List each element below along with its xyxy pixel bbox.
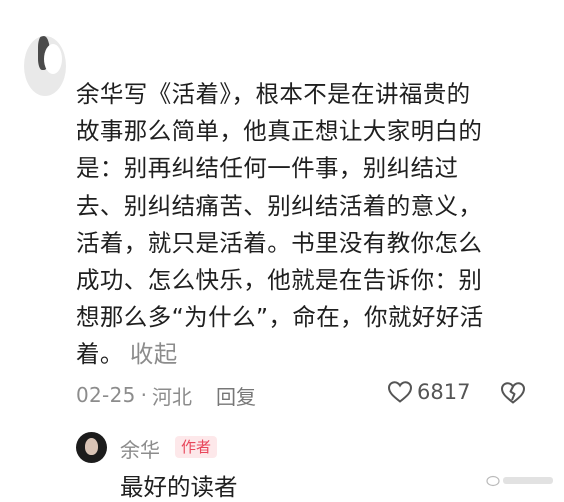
comment-line: 着。 <box>76 340 124 369</box>
reply-button[interactable]: 回复 <box>216 381 256 410</box>
comment-line: 想那么多“为什么”，命在，你就好好活 <box>76 303 484 332</box>
comment-date: 02-25 <box>76 383 136 407</box>
weibo-watermark-icon <box>486 475 553 487</box>
like-button[interactable]: 6817 <box>387 380 470 404</box>
comment-location: 河北 <box>151 384 192 409</box>
collapse-button[interactable]: 收起 <box>130 340 178 368</box>
reply-avatar-face <box>85 438 98 455</box>
broken-heart-icon <box>500 382 526 404</box>
like-count: 6817 <box>417 380 471 404</box>
comment-last-line: 着。 收起 <box>76 336 546 373</box>
meta-separator: · <box>140 383 147 407</box>
comment-line: 故事那么简单，他真正想让大家明白的 <box>76 117 483 146</box>
comment-line: 是：别再纠结任何一件事，别纠结过 <box>76 154 459 183</box>
comment-line: 去、别纠结痛苦、别纠结活着的意义， <box>76 191 483 220</box>
comment-line: 成功、怎么快乐，他就是在告诉你：别 <box>76 266 483 295</box>
comment-meta: 02-25 · 河北 回复 <box>76 378 546 412</box>
dislike-button[interactable] <box>500 381 526 409</box>
heart-outline-icon <box>387 381 413 403</box>
reply-avatar[interactable] <box>76 432 107 463</box>
avatar-face-shape <box>44 44 62 74</box>
comment-line: 余华写《活着》，根本不是在讲福贵的 <box>76 80 471 108</box>
watermark-logo <box>486 473 556 491</box>
commenter-avatar[interactable] <box>24 36 66 96</box>
reply-text: 最好的读者 <box>120 473 238 501</box>
author-badge: 作者 <box>175 436 218 458</box>
comment-text: 余华写《活着》，根本不是在讲福贵的 故事那么简单，他真正想让大家明白的 是：别再… <box>76 76 546 374</box>
comment-line: 活着，就只是活着。书里没有教你怎么 <box>76 228 483 257</box>
reply-author-name[interactable]: 余华 <box>120 434 160 463</box>
